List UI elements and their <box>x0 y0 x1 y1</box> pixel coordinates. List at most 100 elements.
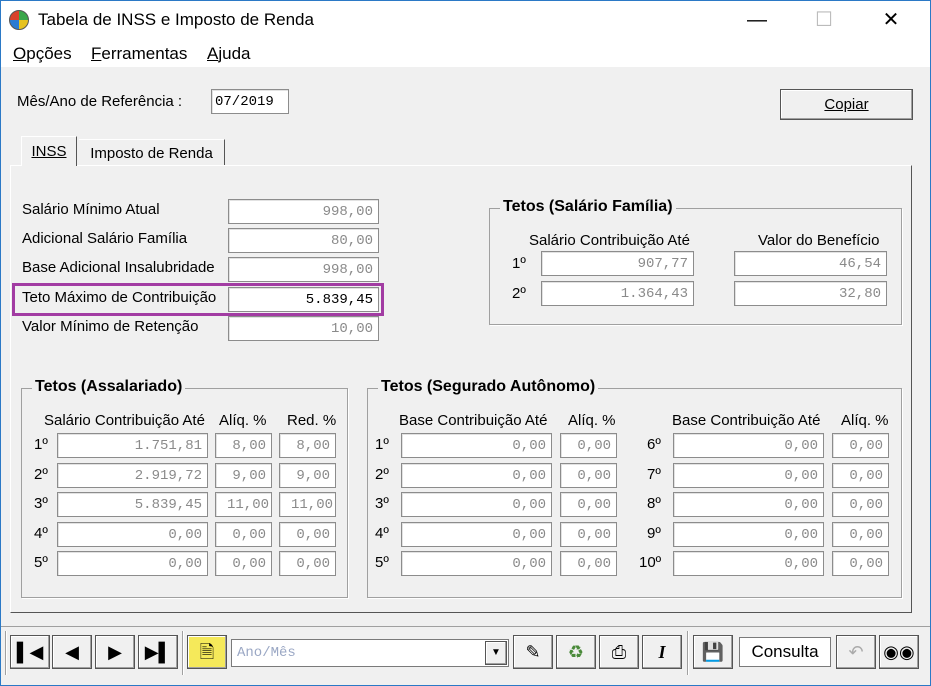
assalariado-row1-label: 1º <box>34 436 48 453</box>
salario-familia-valor-1[interactable]: 46,54 <box>734 251 887 276</box>
salario-minimo-field[interactable]: 998,00 <box>228 199 379 224</box>
autonomo-base-2[interactable]: 0,00 <box>401 463 552 488</box>
autonomo-col1-right: Base Contribuição Até <box>672 412 821 429</box>
label-teto-maximo: Teto Máximo de Contribuição <box>22 289 217 306</box>
autonomo-aliq-9[interactable]: 0,00 <box>832 522 889 547</box>
assalariado-red-5[interactable]: 0,00 <box>279 551 336 576</box>
assalariado-aliq-3[interactable]: 11,00 <box>215 492 272 517</box>
minimize-button[interactable]: — <box>734 1 780 39</box>
menu-ajuda[interactable]: Ajuda <box>207 44 250 64</box>
previous-record-icon[interactable]: ◀ <box>52 635 92 669</box>
close-button[interactable]: ✕ <box>868 1 914 39</box>
assalariado-col3: Red. % <box>287 412 337 429</box>
autonomo-col2-right: Alíq. % <box>841 412 889 429</box>
autonomo-aliq-5[interactable]: 0,00 <box>560 551 617 576</box>
salario-familia-ate-2[interactable]: 1.364,43 <box>541 281 694 306</box>
binoculars-icon[interactable]: ◉◉ <box>879 635 919 669</box>
autonomo-base-5[interactable]: 0,00 <box>401 551 552 576</box>
reference-label: Mês/Ano de Referência : <box>17 93 183 110</box>
valor-minimo-retencao-field[interactable]: 10,00 <box>228 316 379 341</box>
autonomo-base-8[interactable]: 0,00 <box>673 492 824 517</box>
menu-bar: Opções Ferramentas Ajuda <box>1 39 930 67</box>
last-record-icon[interactable]: ▶▌ <box>138 635 178 669</box>
status-field: Consulta <box>739 637 831 667</box>
assalariado-ate-1[interactable]: 1.751,81 <box>57 433 208 458</box>
autonomo-row10-label: 10º <box>639 554 662 571</box>
assalariado-red-1[interactable]: 8,00 <box>279 433 336 458</box>
autonomo-base-10[interactable]: 0,00 <box>673 551 824 576</box>
assalariado-title: Tetos (Assalariado) <box>32 378 186 396</box>
autonomo-aliq-6[interactable]: 0,00 <box>832 433 889 458</box>
autonomo-base-6[interactable]: 0,00 <box>673 433 824 458</box>
copy-button[interactable]: Copiar <box>780 89 913 120</box>
reference-input[interactable]: 07/2019 <box>211 89 289 114</box>
first-record-icon[interactable]: ▌◀ <box>10 635 50 669</box>
assalariado-ate-3[interactable]: 5.839,45 <box>57 492 208 517</box>
autonomo-row7-label: 7º <box>647 466 661 483</box>
maximize-button[interactable]: ☐ <box>801 1 847 39</box>
autonomo-aliq-2[interactable]: 0,00 <box>560 463 617 488</box>
tab-imposto-de-renda[interactable]: Imposto de Renda <box>79 139 225 166</box>
assalariado-row3-label: 3º <box>34 495 48 512</box>
salario-familia-valor-2[interactable]: 32,80 <box>734 281 887 306</box>
assalariado-col1: Salário Contribuição Até <box>44 412 205 429</box>
menu-opcoes[interactable]: Opções <box>13 44 72 64</box>
autonomo-row8-label: 8º <box>647 495 661 512</box>
autonomo-aliq-4[interactable]: 0,00 <box>560 522 617 547</box>
autonomo-row1-label: 1º <box>375 436 389 453</box>
menu-ferramentas[interactable]: Ferramentas <box>91 44 187 64</box>
autonomo-aliq-8[interactable]: 0,00 <box>832 492 889 517</box>
autonomo-row4-label: 4º <box>375 525 389 542</box>
app-icon <box>9 10 29 30</box>
salario-familia-title: Tetos (Salário Família) <box>500 198 676 216</box>
autonomo-row9-label: 9º <box>647 525 661 542</box>
autonomo-base-4[interactable]: 0,00 <box>401 522 552 547</box>
undo-icon[interactable]: ↶ <box>836 635 876 669</box>
chevron-down-icon[interactable]: ▼ <box>485 641 507 665</box>
autonomo-col1-left: Base Contribuição Até <box>399 412 548 429</box>
assalariado-ate-4[interactable]: 0,00 <box>57 522 208 547</box>
assalariado-aliq-4[interactable]: 0,00 <box>215 522 272 547</box>
autonomo-base-7[interactable]: 0,00 <box>673 463 824 488</box>
autonomo-base-9[interactable]: 0,00 <box>673 522 824 547</box>
assalariado-row5-label: 5º <box>34 554 48 571</box>
save-disk-icon[interactable]: 💾 <box>693 635 733 669</box>
assalariado-red-3[interactable]: 11,00 <box>279 492 336 517</box>
autonomo-row6-label: 6º <box>647 436 661 453</box>
assalariado-col2: Alíq. % <box>219 412 267 429</box>
autonomo-row3-label: 3º <box>375 495 389 512</box>
salario-familia-row1-label: 1º <box>512 255 526 272</box>
autonomo-base-1[interactable]: 0,00 <box>401 433 552 458</box>
assalariado-aliq-5[interactable]: 0,00 <box>215 551 272 576</box>
tab-inss[interactable]: INSS <box>21 136 77 166</box>
salario-familia-col2: Valor do Benefício <box>758 232 880 249</box>
salario-familia-ate-1[interactable]: 907,77 <box>541 251 694 276</box>
assalariado-red-2[interactable]: 9,00 <box>279 463 336 488</box>
autonomo-base-3[interactable]: 0,00 <box>401 492 552 517</box>
assalariado-row2-label: 2º <box>34 466 48 483</box>
base-adicional-insalubridade-field[interactable]: 998,00 <box>228 257 379 282</box>
teto-maximo-field[interactable]: 5.839,45 <box>228 287 379 312</box>
recycle-bin-icon[interactable]: ♻ <box>556 635 596 669</box>
autonomo-aliq-7[interactable]: 0,00 <box>832 463 889 488</box>
assalariado-red-4[interactable]: 0,00 <box>279 522 336 547</box>
italic-icon[interactable]: I <box>642 635 682 669</box>
printer-icon[interactable]: ⎙ <box>599 635 639 669</box>
salario-familia-col1: Salário Contribuição Até <box>529 232 690 249</box>
assalariado-aliq-1[interactable]: 8,00 <box>215 433 272 458</box>
ano-mes-combo[interactable]: Ano/Mês ▼ <box>231 639 509 667</box>
assalariado-ate-2[interactable]: 2.919,72 <box>57 463 208 488</box>
assalariado-ate-5[interactable]: 0,00 <box>57 551 208 576</box>
autonomo-aliq-3[interactable]: 0,00 <box>560 492 617 517</box>
autonomo-aliq-1[interactable]: 0,00 <box>560 433 617 458</box>
assalariado-aliq-2[interactable]: 9,00 <box>215 463 272 488</box>
next-record-icon[interactable]: ▶ <box>95 635 135 669</box>
title-bar: Tabela de INSS e Imposto de Renda — ☐ ✕ <box>1 1 930 39</box>
label-adicional-salario-familia: Adicional Salário Família <box>22 230 188 247</box>
assalariado-row4-label: 4º <box>34 525 48 542</box>
edit-icon[interactable]: ✎ <box>513 635 553 669</box>
label-base-adicional-insalubridade: Base Adicional Insalubridade <box>22 259 215 276</box>
autonomo-aliq-10[interactable]: 0,00 <box>832 551 889 576</box>
adicional-salario-familia-field[interactable]: 80,00 <box>228 228 379 253</box>
new-document-icon[interactable]: 🗎 <box>187 635 227 669</box>
